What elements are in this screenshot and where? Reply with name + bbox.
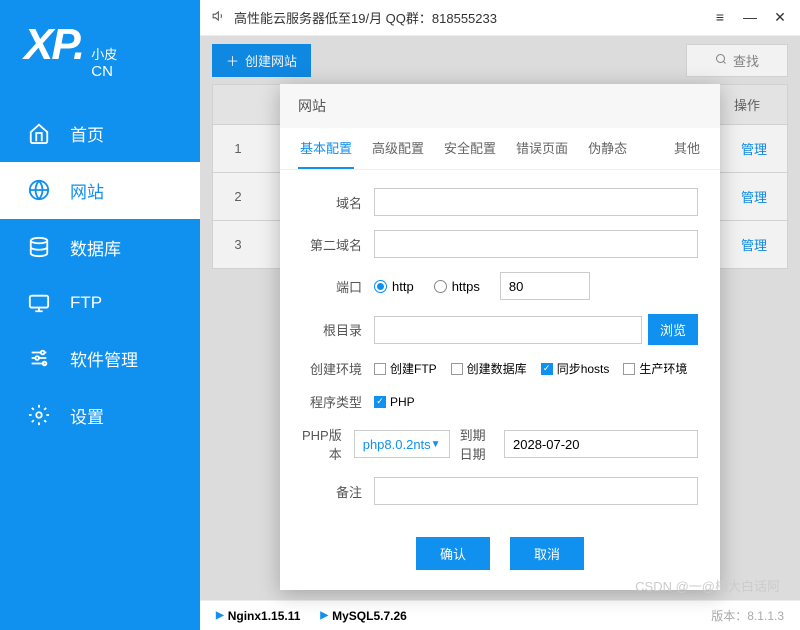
label-expire: 到期日期 xyxy=(450,425,504,463)
globe-icon xyxy=(28,179,50,201)
php-version-select[interactable]: php8.0.2nts ▼ xyxy=(354,430,450,458)
logo: XP. 小皮 CN xyxy=(0,0,200,105)
gear-icon xyxy=(28,404,50,426)
chk-hosts[interactable]: ✓同步hosts xyxy=(541,360,610,377)
status-mysql[interactable]: ▶ MySQL5.7.26 xyxy=(320,609,406,623)
nav-label: 首页 xyxy=(70,121,104,146)
tab-other[interactable]: 其他 xyxy=(672,128,702,169)
root-input[interactable] xyxy=(374,316,642,344)
radio-icon xyxy=(434,280,447,293)
chk-ftp[interactable]: 创建FTP xyxy=(374,360,437,377)
status-version: 版本：8.1.1.3 xyxy=(711,607,784,624)
label-domain2: 第二域名 xyxy=(302,235,374,254)
label-remark: 备注 xyxy=(302,482,374,501)
nav-label: 网站 xyxy=(70,178,104,203)
label-php-version: PHP版本 xyxy=(302,425,354,463)
label-domain: 域名 xyxy=(302,193,374,212)
nav-label: FTP xyxy=(70,293,102,313)
minimize-icon[interactable]: — xyxy=(742,9,758,26)
status-nginx[interactable]: ▶ Nginx1.15.11 xyxy=(216,609,300,623)
database-icon xyxy=(28,236,50,258)
statusbar: ▶ Nginx1.15.11 ▶ MySQL5.7.26 版本：8.1.1.3 xyxy=(200,600,800,630)
home-icon xyxy=(28,122,50,144)
nav-database[interactable]: 数据库 xyxy=(0,219,200,276)
checkbox-icon xyxy=(451,363,463,375)
menu-icon[interactable]: ≡ xyxy=(712,9,728,26)
tab-basic[interactable]: 基本配置 xyxy=(298,128,354,169)
speaker-icon xyxy=(212,9,226,26)
confirm-button[interactable]: 确认 xyxy=(416,537,490,570)
nav-ftp[interactable]: FTP xyxy=(0,276,200,330)
watermark: CSDN @一@楠大白话阿 xyxy=(635,576,780,595)
tab-security[interactable]: 安全配置 xyxy=(442,128,498,169)
logo-sub: 小皮 CN xyxy=(91,47,117,81)
domain2-input[interactable] xyxy=(374,230,698,258)
port-input[interactable] xyxy=(500,272,590,300)
radio-icon xyxy=(374,280,387,293)
close-icon[interactable]: ✕ xyxy=(772,9,788,26)
titlebar: 高性能云服务器低至19/月 QQ群：818555233 ≡ — ✕ xyxy=(200,0,800,36)
tab-error[interactable]: 错误页面 xyxy=(514,128,570,169)
nav-label: 数据库 xyxy=(70,235,121,260)
nav-software[interactable]: 软件管理 xyxy=(0,330,200,387)
label-root: 根目录 xyxy=(302,320,374,339)
checkbox-icon: ✓ xyxy=(541,363,553,375)
nav-label: 设置 xyxy=(70,403,104,428)
checkbox-icon: ✓ xyxy=(374,396,386,408)
domain-input[interactable] xyxy=(374,188,698,216)
titlebar-text: 高性能云服务器低至19/月 QQ群：818555233 xyxy=(226,8,712,27)
window-controls: ≡ — ✕ xyxy=(712,9,788,26)
nav-website[interactable]: 网站 xyxy=(0,162,200,219)
play-icon: ▶ xyxy=(320,610,328,621)
modal-overlay: 网站 基本配置 高级配置 安全配置 错误页面 伪静态 其他 域名 第二域名 xyxy=(200,36,800,600)
sliders-icon xyxy=(28,347,50,369)
tab-advanced[interactable]: 高级配置 xyxy=(370,128,426,169)
main-area: 高性能云服务器低至19/月 QQ群：818555233 ≡ — ✕ ＋ 创建网站… xyxy=(200,0,800,630)
chk-php[interactable]: ✓PHP xyxy=(374,395,415,409)
checkbox-icon xyxy=(623,363,635,375)
label-env: 创建环境 xyxy=(302,359,374,378)
expire-input[interactable] xyxy=(504,430,698,458)
label-type: 程序类型 xyxy=(302,392,374,411)
radio-http[interactable]: http xyxy=(374,279,414,294)
checkbox-icon xyxy=(374,363,386,375)
monitor-icon xyxy=(28,292,50,314)
remark-input[interactable] xyxy=(374,477,698,505)
modal-tabs: 基本配置 高级配置 安全配置 错误页面 伪静态 其他 xyxy=(280,128,720,170)
logo-text: XP. xyxy=(24,20,83,70)
website-modal: 网站 基本配置 高级配置 安全配置 错误页面 伪静态 其他 域名 第二域名 xyxy=(280,84,720,590)
nav-label: 软件管理 xyxy=(70,346,138,371)
chevron-down-icon: ▼ xyxy=(431,439,441,450)
modal-body: 域名 第二域名 端口 http xyxy=(280,170,720,527)
sidebar: XP. 小皮 CN 首页 网站 数据库 FTP 软件管理 设置 xyxy=(0,0,200,630)
chk-db[interactable]: 创建数据库 xyxy=(451,360,527,377)
radio-https[interactable]: https xyxy=(434,279,480,294)
modal-title: 网站 xyxy=(280,84,720,128)
chk-prod[interactable]: 生产环境 xyxy=(623,360,687,377)
browse-button[interactable]: 浏览 xyxy=(648,314,698,345)
play-icon: ▶ xyxy=(216,610,224,621)
tab-rewrite[interactable]: 伪静态 xyxy=(586,128,629,169)
cancel-button[interactable]: 取消 xyxy=(510,537,584,570)
nav-settings[interactable]: 设置 xyxy=(0,387,200,444)
nav-home[interactable]: 首页 xyxy=(0,105,200,162)
label-port: 端口 xyxy=(302,277,374,296)
